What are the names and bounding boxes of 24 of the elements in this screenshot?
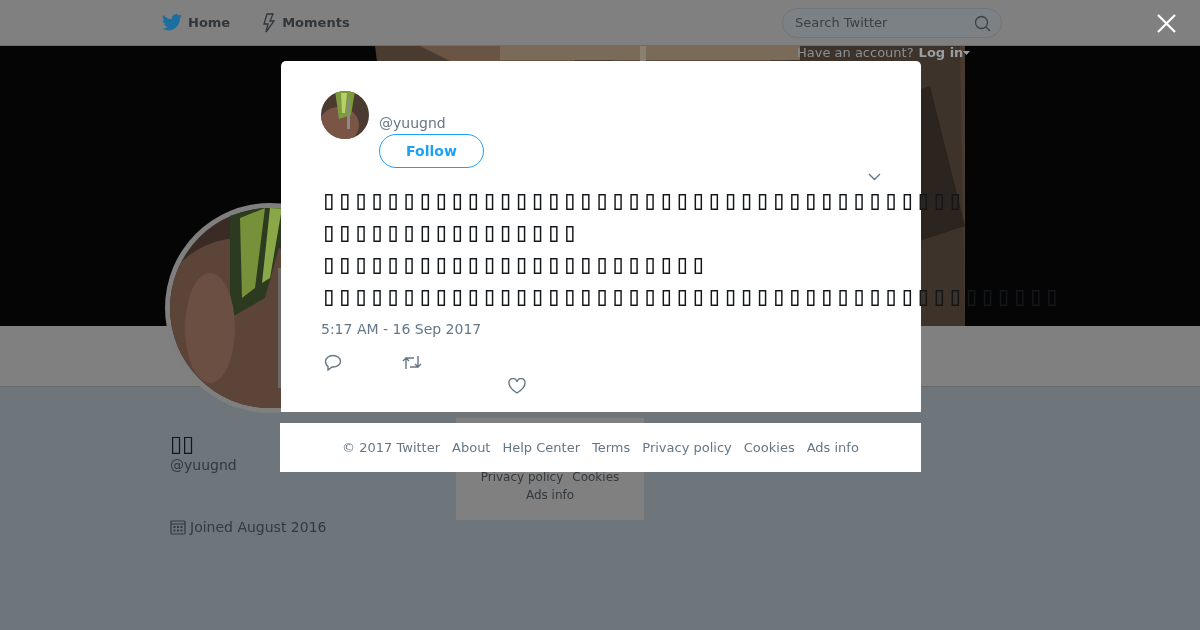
footer-link[interactable]: Help Center — [502, 440, 580, 455]
join-date: Joined August 2016 — [190, 519, 327, 535]
reply-icon[interactable] — [324, 354, 342, 371]
footer-link[interactable]: Cookies — [572, 468, 620, 486]
profile-name: ▯▯ — [170, 431, 195, 457]
calendar-icon — [170, 519, 186, 535]
close-icon[interactable] — [1157, 14, 1176, 33]
copyright: © 2017 Twitter — [342, 440, 441, 455]
heart-icon[interactable] — [508, 378, 526, 394]
footer-link[interactable]: Ads info — [525, 486, 575, 504]
search-icon — [974, 14, 991, 32]
lightning-icon — [262, 12, 277, 33]
footer-link[interactable]: Privacy policy — [480, 468, 564, 486]
footer-link[interactable]: Ads info — [806, 440, 859, 455]
retweet-icon[interactable] — [402, 355, 422, 370]
footer-link[interactable]: Terms — [592, 440, 631, 455]
bird-icon — [162, 14, 182, 31]
nav-link[interactable]: Home — [162, 14, 231, 31]
search-field[interactable]: Search Twitter — [782, 7, 1002, 38]
footer-link[interactable]: Privacy policy — [642, 440, 732, 455]
footer-link[interactable]: Cookies — [743, 440, 795, 455]
profile-handle: @yuugnd — [170, 457, 238, 473]
footer-link[interactable]: About — [452, 440, 491, 455]
nav-link[interactable]: Moments — [262, 12, 350, 33]
